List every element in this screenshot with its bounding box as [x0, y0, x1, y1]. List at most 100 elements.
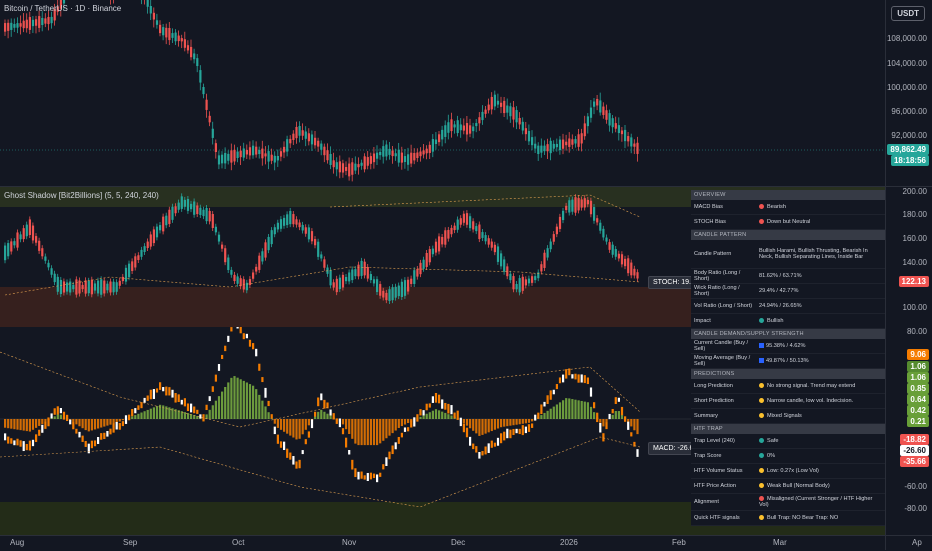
- macd-candle: [16, 439, 18, 446]
- macd-histogram-bar: [268, 412, 270, 419]
- macd-histogram-bar: [450, 415, 452, 419]
- macd-candle: [128, 415, 130, 421]
- macd-histogram-bar: [78, 419, 80, 426]
- price-candle: [636, 143, 638, 154]
- macd-histogram-bar: [212, 405, 214, 419]
- stoch-candle: [171, 207, 173, 220]
- price-candle: [525, 128, 527, 134]
- macd-histogram-bar: [379, 419, 381, 443]
- stoch-candle: [590, 201, 592, 214]
- stoch-candle: [330, 270, 332, 285]
- macd-candle: [147, 395, 149, 400]
- macd-histogram-bar: [388, 419, 390, 436]
- stoch-candle: [227, 258, 229, 270]
- stoch-candle: [500, 253, 502, 266]
- macd-candle: [314, 412, 316, 417]
- stoch-candle: [261, 251, 263, 261]
- macd-histogram-bar: [630, 419, 632, 426]
- stoch-candle: [128, 264, 130, 278]
- table-row: Long PredictionNo strong signal. Trend m…: [691, 379, 885, 394]
- macd-histogram-bar: [165, 406, 167, 419]
- macd-candle: [271, 414, 273, 418]
- price-candle: [472, 127, 474, 132]
- table-row: HTF Price ActionWeak Bull (Normal Body): [691, 479, 885, 494]
- price-candle: [175, 33, 177, 42]
- price-candle: [38, 16, 40, 28]
- macd-histogram-bar: [153, 407, 155, 419]
- macd-candle: [367, 473, 369, 481]
- price-candle: [612, 118, 614, 127]
- macd-candle: [565, 369, 567, 378]
- body-ratio-value: 81.62% / 63.71%: [757, 271, 885, 281]
- currency-button[interactable]: USDT: [891, 6, 925, 21]
- macd-histogram-bar: [556, 404, 558, 419]
- time-axis[interactable]: Aug Sep Oct Nov Dec 2026 Feb Mar Ap: [0, 535, 932, 551]
- macd-candle: [351, 460, 353, 470]
- price-candle: [500, 103, 502, 107]
- stoch-candle: [534, 276, 536, 280]
- macd-candle: [175, 393, 177, 403]
- price-candle: [438, 134, 440, 142]
- macd-histogram-bar: [16, 419, 18, 430]
- price-candle: [543, 146, 545, 152]
- macd-candle: [556, 384, 558, 389]
- macd-candle: [4, 433, 6, 440]
- price-candle: [271, 155, 273, 161]
- macd-histogram-bar: [419, 417, 421, 419]
- macd-candle: [171, 390, 173, 398]
- macd-histogram-bar: [370, 419, 372, 445]
- macd-candle: [348, 450, 350, 454]
- macd-histogram-bar: [82, 419, 84, 428]
- price-candle: [333, 160, 335, 167]
- stoch-candle: [51, 268, 53, 274]
- macd-candle: [168, 387, 170, 395]
- macd-histogram-bar: [277, 419, 279, 428]
- macd-candle: [320, 393, 322, 400]
- stoch-candle: [636, 272, 638, 278]
- macd-candle: [404, 427, 406, 431]
- macd-candle: [165, 387, 167, 396]
- macd-histogram-bar: [168, 407, 170, 419]
- stoch-tick: 80.00: [907, 327, 927, 336]
- macd-histogram-bar: [559, 402, 561, 419]
- alignment-value: Misaligned (Current Stronger / HTF Highe…: [759, 496, 872, 508]
- trap-level-value: Safe: [767, 438, 779, 444]
- macd-candle: [547, 395, 549, 404]
- stoch-candle: [447, 230, 449, 239]
- stoch-candle: [633, 269, 635, 276]
- price-candle: [295, 127, 297, 138]
- macd-candle: [342, 428, 344, 434]
- macd-histogram-bar: [540, 415, 542, 419]
- stoch-candle: [478, 225, 480, 240]
- stoch-candle: [463, 214, 465, 223]
- macd-candle: [218, 364, 220, 371]
- price-candle: [7, 23, 9, 31]
- demand-header: CANDLE DEMAND/SUPPLY STRENGTH: [691, 329, 885, 339]
- stoch-candle: [252, 272, 254, 278]
- macd-histogram-bar: [512, 419, 514, 425]
- stoch-candle: [574, 197, 576, 212]
- stoch-candle: [525, 279, 527, 285]
- macd-histogram-bar: [252, 386, 254, 419]
- price-candle: [379, 152, 381, 155]
- macd-histogram-bar: [475, 419, 477, 433]
- stoch-candle: [289, 211, 291, 224]
- price-candle: [286, 139, 288, 151]
- stoch-candle: [196, 205, 198, 214]
- row-label: Current Candle (Buy / Sell): [691, 340, 757, 352]
- price-chart-pane[interactable]: Bitcoin / TetherUS · 1D · Binance: [0, 0, 885, 186]
- price-candle: [330, 154, 332, 165]
- stoch-candle: [382, 291, 384, 298]
- macd-candle: [134, 408, 136, 413]
- stoch-candle: [531, 276, 533, 283]
- price-candle: [447, 122, 449, 133]
- stoch-candle: [249, 279, 251, 285]
- stoch-candle: [612, 245, 614, 255]
- stoch-candle: [88, 281, 90, 293]
- macd-histogram-bar: [581, 401, 583, 419]
- price-axis[interactable]: USDT 108,000.00 104,000.00 100,000.00 96…: [885, 0, 932, 550]
- macd-histogram-bar: [140, 413, 142, 419]
- macd-histogram-bar: [308, 419, 310, 425]
- price-candle: [364, 156, 366, 169]
- macd-histogram-bar: [144, 411, 146, 419]
